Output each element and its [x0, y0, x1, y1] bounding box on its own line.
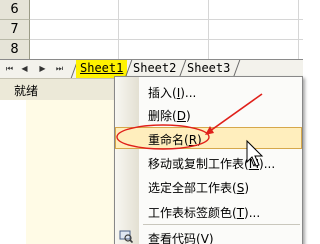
- row-header-6[interactable]: 6: [0, 0, 30, 20]
- menu-item-label: 查看代码(V): [148, 232, 214, 244]
- grid-line: [118, 0, 119, 60]
- status-text: 就绪: [14, 84, 39, 98]
- menu-item-label: 删除(D): [148, 109, 191, 123]
- grid-line: [208, 0, 209, 60]
- menu-item-insert[interactable]: 插入(I)...: [115, 80, 302, 102]
- menu-item-select-all[interactable]: 选定全部工作表(S): [115, 175, 302, 197]
- menu-item-label: 重命名(R): [148, 133, 202, 147]
- row-header-7[interactable]: 7: [0, 20, 30, 40]
- menu-item-delete[interactable]: 删除(D): [115, 103, 302, 125]
- menu-item-label: 工作表标签颜色(T)...: [148, 206, 261, 220]
- grid-line: [30, 39, 303, 40]
- menu-item-label: 插入(I)...: [148, 86, 197, 100]
- grid-line: [30, 19, 303, 20]
- next-sheet-icon[interactable]: ▶: [37, 62, 48, 76]
- menu-item-move-copy[interactable]: 移动或复制工作表(M)...: [115, 151, 302, 173]
- menu-item-rename[interactable]: 重命名(R): [115, 127, 302, 149]
- sheet-context-menu: 插入(I)... 删除(D) 重命名(R) 移动或复制工作表(M)... 选定全…: [114, 76, 303, 244]
- first-sheet-icon[interactable]: ⏮: [4, 62, 15, 76]
- menu-separator: [143, 224, 300, 225]
- grid-line: [298, 0, 299, 60]
- menu-item-label: 选定全部工作表(S): [148, 181, 249, 195]
- worksheet-grid[interactable]: 6 7 8: [0, 0, 303, 60]
- menu-item-tab-color[interactable]: 工作表标签颜色(T)...: [115, 200, 302, 222]
- menu-item-view-code[interactable]: 查看代码(V): [115, 226, 302, 244]
- background-strip: [26, 100, 116, 244]
- row-header-8[interactable]: 8: [0, 40, 30, 60]
- view-code-icon: [119, 230, 133, 243]
- last-sheet-icon[interactable]: ⏭: [54, 62, 65, 76]
- menu-item-label: 移动或复制工作表(M)...: [148, 157, 276, 171]
- prev-sheet-icon[interactable]: ◀: [19, 62, 30, 76]
